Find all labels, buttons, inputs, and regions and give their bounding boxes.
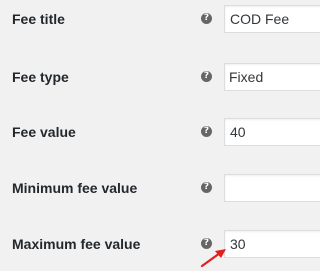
fee-type-label: Fee type bbox=[12, 69, 69, 85]
minimum-fee-value-row: Minimum fee value ? bbox=[0, 174, 320, 202]
fee-title-input[interactable] bbox=[224, 5, 320, 33]
fee-value-row: Fee value ? bbox=[0, 118, 320, 146]
fee-value-input[interactable] bbox=[224, 118, 320, 146]
fee-title-label: Fee title bbox=[12, 11, 65, 27]
minimum-fee-value-label: Minimum fee value bbox=[12, 180, 138, 196]
question-mark-icon[interactable]: ? bbox=[201, 71, 212, 82]
fee-settings-form: Fee title ? Fee type ? Fixed Fee value ?… bbox=[0, 0, 320, 271]
maximum-fee-value-input[interactable] bbox=[224, 230, 320, 258]
question-mark-icon[interactable]: ? bbox=[201, 182, 212, 193]
maximum-fee-value-label: Maximum fee value bbox=[12, 236, 141, 252]
fee-type-select[interactable]: Fixed bbox=[224, 63, 320, 91]
question-mark-icon[interactable]: ? bbox=[201, 13, 212, 24]
fee-type-row: Fee type ? Fixed bbox=[0, 63, 320, 91]
question-mark-icon[interactable]: ? bbox=[201, 238, 212, 249]
fee-title-row: Fee title ? bbox=[0, 5, 320, 33]
question-mark-icon[interactable]: ? bbox=[201, 126, 212, 137]
maximum-fee-value-row: Maximum fee value ? bbox=[0, 230, 320, 258]
minimum-fee-value-input[interactable] bbox=[224, 174, 320, 202]
fee-value-label: Fee value bbox=[12, 124, 76, 140]
